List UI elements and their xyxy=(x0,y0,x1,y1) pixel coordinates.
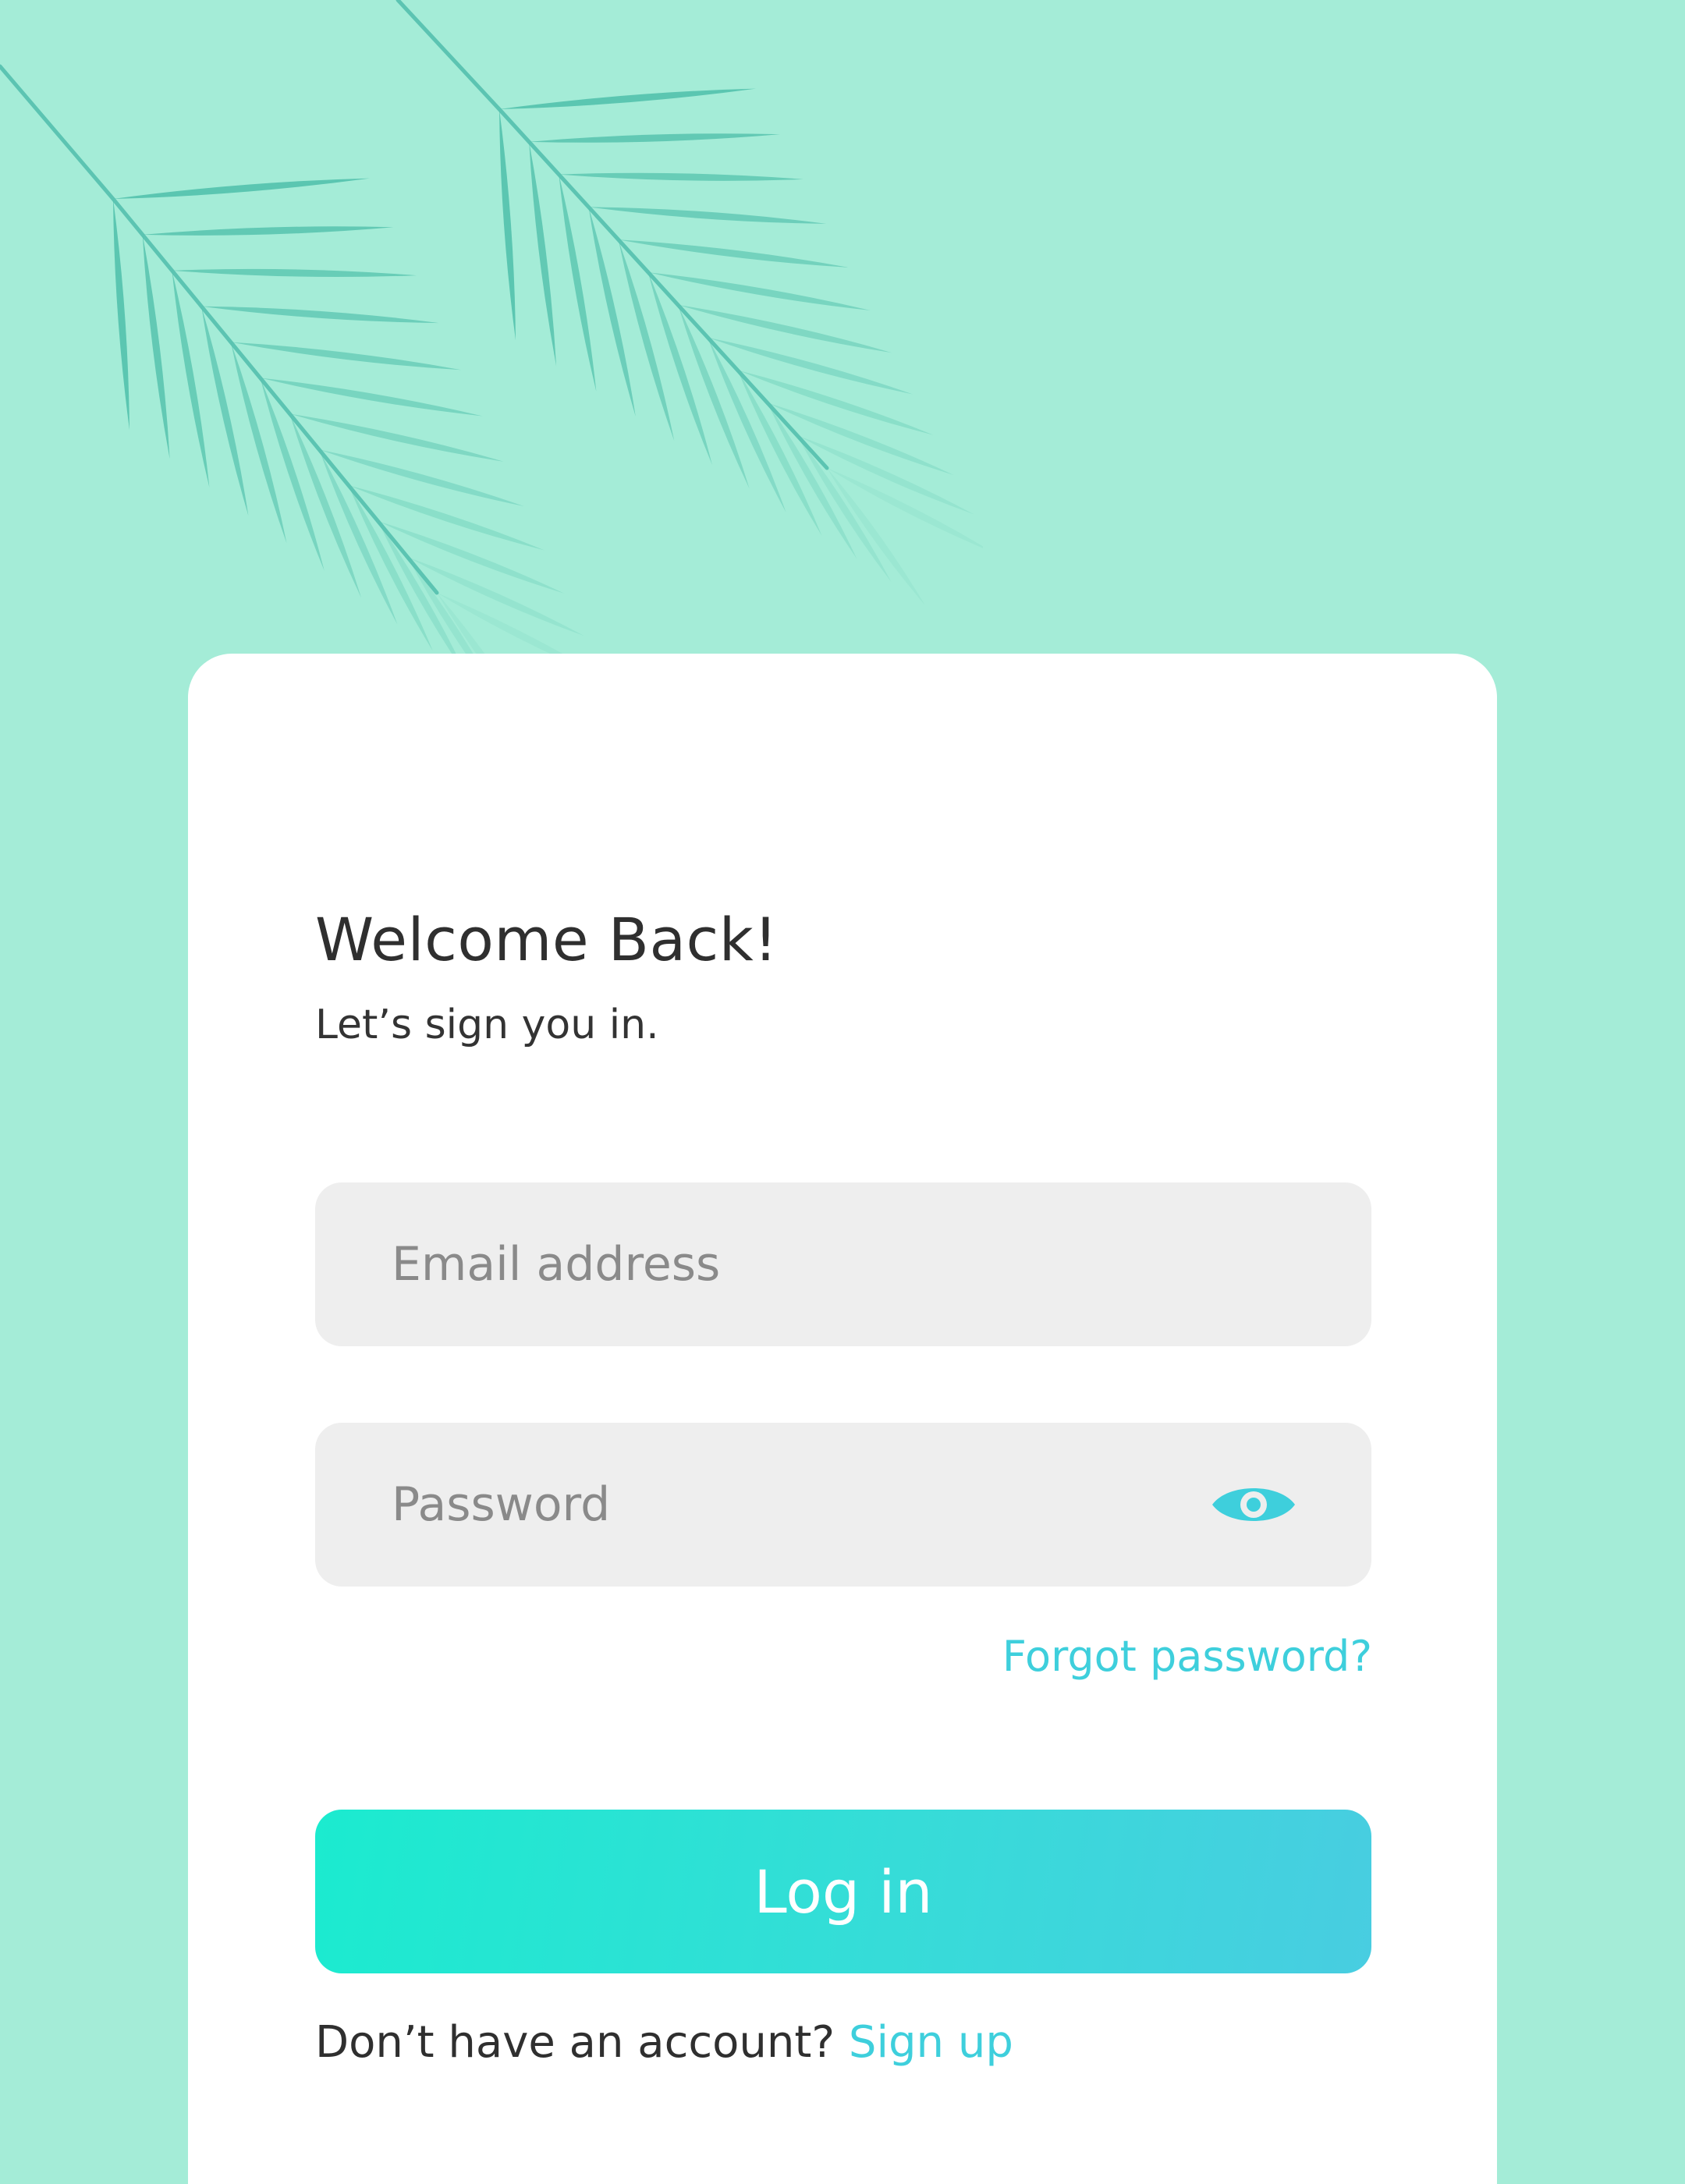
login-screen: Welcome Back! Let’s sign you in. Email a… xyxy=(0,0,1685,2184)
email-placeholder: Email address xyxy=(392,1237,721,1292)
eye-icon[interactable] xyxy=(1211,1480,1297,1530)
login-button[interactable]: Log in xyxy=(315,1810,1371,1973)
login-card: Welcome Back! Let’s sign you in. Email a… xyxy=(188,654,1497,2184)
signup-link[interactable]: Sign up xyxy=(849,2017,1013,2068)
palm-leaf-icon xyxy=(396,0,983,605)
page-subtitle: Let’s sign you in. xyxy=(315,1002,659,1048)
forgot-password-link[interactable]: Forgot password? xyxy=(1002,1632,1372,1681)
palm-leaf-icon xyxy=(0,64,593,671)
email-field[interactable]: Email address xyxy=(315,1182,1371,1346)
page-title: Welcome Back! xyxy=(315,905,779,974)
password-field[interactable]: Password xyxy=(315,1423,1371,1587)
password-placeholder: Password xyxy=(392,1477,611,1532)
no-account-text: Don’t have an account? xyxy=(315,2017,835,2068)
palm-leaves-decoration xyxy=(0,0,983,671)
signup-prompt: Don’t have an account? Sign up xyxy=(315,2017,1013,2068)
